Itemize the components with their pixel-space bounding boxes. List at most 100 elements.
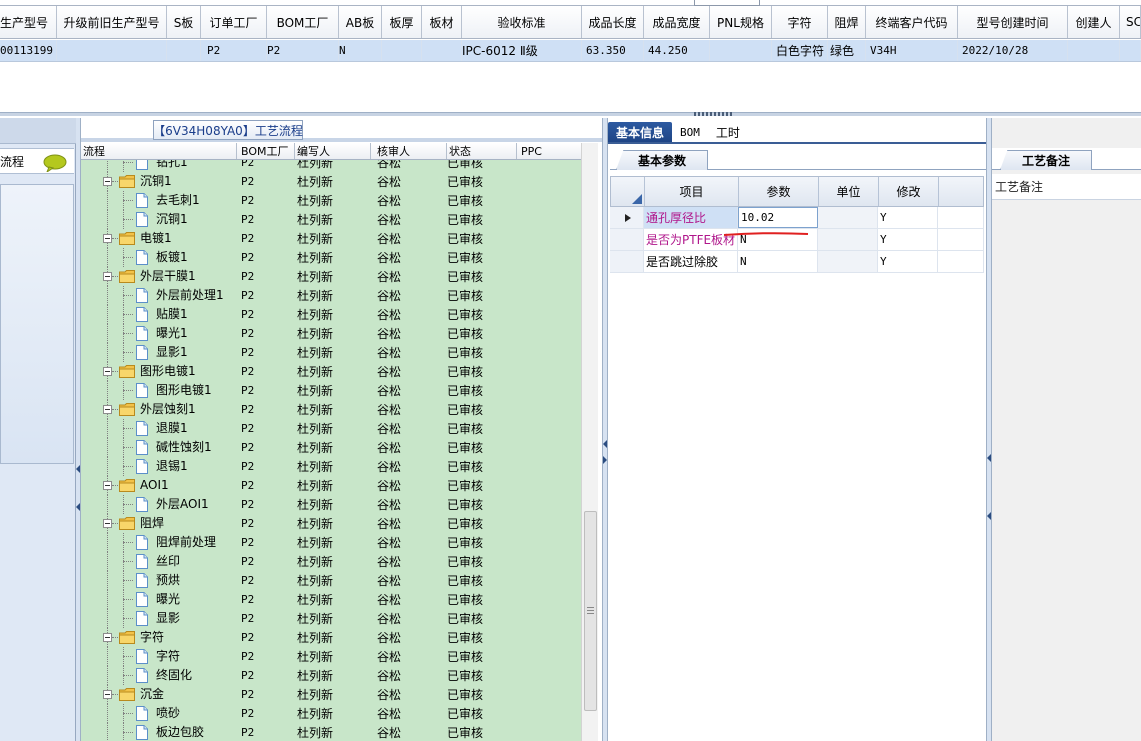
cell-status[interactable]: 已审核: [447, 628, 517, 647]
param-item-name[interactable]: 是否跳过除胶: [644, 251, 738, 272]
cell-bom-factory[interactable]: P2: [237, 305, 295, 324]
column-header-bom-factory[interactable]: BOM工厂: [267, 6, 339, 38]
cell-reviewer[interactable]: 谷松: [371, 609, 447, 628]
cell-bom-factory[interactable]: P2: [237, 286, 295, 305]
cell-created-time[interactable]: 2022/10/28: [958, 40, 1068, 61]
cell-bom-factory[interactable]: P2: [237, 533, 295, 552]
param-value[interactable]: N: [738, 251, 818, 272]
cell-status[interactable]: 已审核: [447, 476, 517, 495]
column-header-ppc[interactable]: PPC: [517, 143, 581, 159]
cell-reviewer[interactable]: 谷松: [371, 267, 447, 286]
cell-status[interactable]: 已审核: [447, 324, 517, 343]
cell-status[interactable]: 已审核: [447, 343, 517, 362]
cell-reviewer[interactable]: 谷松: [371, 533, 447, 552]
cell-writer[interactable]: 杜列新: [295, 723, 371, 741]
column-header-bom-factory[interactable]: BOM工厂: [237, 143, 295, 159]
cell-length[interactable]: 63.350: [582, 40, 644, 61]
cell-pnl-spec[interactable]: [710, 40, 772, 61]
cell-writer[interactable]: 杜列新: [295, 533, 371, 552]
cell-writer[interactable]: 杜列新: [295, 267, 371, 286]
cell-writer[interactable]: 杜列新: [295, 248, 371, 267]
cell-reviewer[interactable]: 谷松: [371, 381, 447, 400]
cell-writer[interactable]: 杜列新: [295, 381, 371, 400]
cell-reviewer[interactable]: 谷松: [371, 229, 447, 248]
cell-reviewer[interactable]: 谷松: [371, 362, 447, 381]
cell-reviewer[interactable]: 谷松: [371, 723, 447, 741]
flow-tree-row[interactable]: 板镀1 P2 杜列新 谷松 已审核: [81, 248, 581, 267]
cell-writer[interactable]: 杜列新: [295, 343, 371, 362]
cell-reviewer[interactable]: 谷松: [371, 685, 447, 704]
cell-status[interactable]: 已审核: [447, 305, 517, 324]
cell-writer[interactable]: 杜列新: [295, 438, 371, 457]
cell-writer[interactable]: 杜列新: [295, 571, 371, 590]
cell-writer[interactable]: 杜列新: [295, 628, 371, 647]
cell-writer[interactable]: 杜列新: [295, 400, 371, 419]
tab-process-remark[interactable]: 工艺备注: [1000, 150, 1092, 170]
flow-tree-row[interactable]: 显影 P2 杜列新 谷松 已审核: [81, 609, 581, 628]
cell-bom-factory[interactable]: P2: [237, 685, 295, 704]
param-unit[interactable]: [818, 207, 878, 228]
collapse-toggle-icon[interactable]: [103, 519, 112, 528]
cell-reviewer[interactable]: 谷松: [371, 647, 447, 666]
column-header-old-model[interactable]: 升级前旧生产型号: [57, 6, 167, 38]
cell-writer[interactable]: 杜列新: [295, 457, 371, 476]
flow-tree-row[interactable]: 阻焊 P2 杜列新 谷松 已审核: [81, 514, 581, 533]
column-header-thickness[interactable]: 板厚: [382, 6, 422, 38]
column-header-param[interactable]: 参数: [739, 177, 819, 206]
cell-bom-factory[interactable]: P2: [237, 343, 295, 362]
cell-writer[interactable]: 杜列新: [295, 495, 371, 514]
cell-status[interactable]: 已审核: [447, 571, 517, 590]
cell-writer[interactable]: 杜列新: [295, 609, 371, 628]
cell-status[interactable]: 已审核: [447, 552, 517, 571]
cell-writer[interactable]: 杜列新: [295, 191, 371, 210]
cell-writer[interactable]: 杜列新: [295, 324, 371, 343]
flow-tree-row[interactable]: 电镀1 P2 杜列新 谷松 已审核: [81, 229, 581, 248]
column-header-width[interactable]: 成品宽度: [644, 6, 710, 38]
cell-writer[interactable]: 杜列新: [295, 685, 371, 704]
cell-bom-factory[interactable]: P2: [237, 210, 295, 229]
cell-bom-factory[interactable]: P2: [237, 723, 295, 741]
param-row[interactable]: 通孔厚径比 10.02 Y: [610, 207, 984, 229]
cell-reviewer[interactable]: 谷松: [371, 210, 447, 229]
flow-tree-row[interactable]: 碱性蚀刻1 P2 杜列新 谷松 已审核: [81, 438, 581, 457]
column-header-modify[interactable]: 修改: [879, 177, 939, 206]
cell-writer[interactable]: 杜列新: [295, 514, 371, 533]
cell-status[interactable]: 已审核: [447, 419, 517, 438]
cell-status[interactable]: 已审核: [447, 495, 517, 514]
cell-reviewer[interactable]: 谷松: [371, 172, 447, 191]
flow-tree-row[interactable]: 字符 P2 杜列新 谷松 已审核: [81, 647, 581, 666]
cell-status[interactable]: 已审核: [447, 286, 517, 305]
cell-bom-factory[interactable]: P2: [237, 476, 295, 495]
collapse-left-arrow-icon[interactable]: [76, 465, 80, 473]
cell-reviewer[interactable]: 谷松: [371, 628, 447, 647]
cell-thickness[interactable]: [382, 40, 422, 61]
cell-bom-factory[interactable]: P2: [237, 248, 295, 267]
flow-tree-row[interactable]: 终固化 P2 杜列新 谷松 已审核: [81, 666, 581, 685]
cell-bom-factory[interactable]: P2: [237, 229, 295, 248]
cell-writer[interactable]: 杜列新: [295, 666, 371, 685]
cell-status[interactable]: 已审核: [447, 172, 517, 191]
flow-tree-row[interactable]: 丝印 P2 杜列新 谷松 已审核: [81, 552, 581, 571]
cell-writer[interactable]: 杜列新: [295, 362, 371, 381]
column-header-s-board[interactable]: S板: [167, 6, 201, 38]
cell-bom-factory[interactable]: P2: [237, 514, 295, 533]
cell-status[interactable]: 已审核: [447, 362, 517, 381]
cell-bom-factory[interactable]: P2: [237, 172, 295, 191]
tab-basic-info[interactable]: 基本信息: [608, 122, 673, 142]
flow-tree-row[interactable]: 显影1 P2 杜列新 谷松 已审核: [81, 343, 581, 362]
column-header-ab-board[interactable]: AB板: [339, 6, 382, 38]
cell-status[interactable]: 已审核: [447, 457, 517, 476]
cell-reviewer[interactable]: 谷松: [371, 438, 447, 457]
cell-writer[interactable]: 杜列新: [295, 210, 371, 229]
flow-tree-row[interactable]: 贴膜1 P2 杜列新 谷松 已审核: [81, 305, 581, 324]
cell-writer[interactable]: 杜列新: [295, 552, 371, 571]
cell-status[interactable]: 已审核: [447, 704, 517, 723]
flow-tree-row[interactable]: 去毛刺1 P2 杜列新 谷松 已审核: [81, 191, 581, 210]
cell-reviewer[interactable]: 谷松: [371, 305, 447, 324]
collapse-toggle-icon[interactable]: [103, 367, 112, 376]
cell-s-board[interactable]: [167, 40, 201, 61]
flow-tree-row[interactable]: 外层干膜1 P2 杜列新 谷松 已审核: [81, 267, 581, 286]
param-modify-flag[interactable]: Y: [878, 229, 938, 250]
flow-tree-row[interactable]: 退锡1 P2 杜列新 谷松 已审核: [81, 457, 581, 476]
cell-status[interactable]: 已审核: [447, 514, 517, 533]
